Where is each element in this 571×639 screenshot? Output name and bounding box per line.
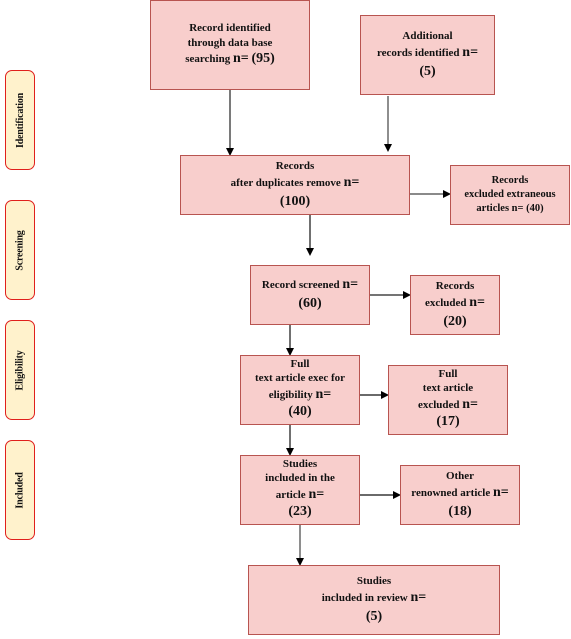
n-label: n= [462, 396, 479, 412]
box-text: excluded [424, 296, 467, 309]
phase-eligibility: Eligibility [5, 320, 35, 420]
box-included-in-review: Studies included in review n= (5) [248, 565, 500, 635]
n-label: n= [469, 294, 486, 310]
n-label: n= [410, 589, 427, 605]
box-text: Full [290, 358, 310, 371]
box-text: Studies [282, 458, 318, 471]
box-full-text-eligibility: Full text article exec for eligibility n… [240, 355, 360, 425]
phase-label: Eligibility [14, 349, 26, 391]
phase-label: Included [14, 471, 26, 509]
phase-label: Identification [14, 92, 26, 148]
n-label: n= [492, 484, 509, 500]
box-text: included in review [321, 591, 408, 604]
box-text: included in the [265, 472, 335, 485]
box-database-search: Record identified through data base sear… [150, 0, 310, 90]
box-other-renowned: Other renowned article n= (18) [400, 465, 520, 525]
count-value: (5) [419, 63, 436, 79]
count-value: (20) [443, 313, 467, 329]
count-value: (17) [436, 414, 460, 430]
box-text: Full [438, 368, 458, 381]
box-text: searching [185, 53, 231, 66]
box-text: Records [491, 174, 529, 186]
box-text: Additional [402, 30, 453, 43]
box-text: text article [422, 382, 474, 395]
box-text: Record identified [189, 21, 271, 34]
phase-included: Included [5, 440, 35, 540]
box-text: excluded [417, 398, 460, 411]
box-text: Studies [356, 575, 392, 588]
box-text: Record screened [261, 279, 340, 292]
box-text: Other [445, 470, 475, 483]
n-label: n= [462, 44, 479, 60]
box-text: records identified [376, 46, 460, 59]
count-value: (100) [279, 193, 311, 209]
n-label: n= [232, 51, 249, 67]
n-label: n= [315, 386, 332, 402]
box-text: articles n= (40) [476, 203, 544, 215]
count-value: (60) [298, 296, 322, 312]
box-text: renowned article [411, 486, 491, 499]
n-label: n= [342, 277, 359, 293]
count-value: (23) [288, 504, 312, 520]
count-value: (95) [251, 51, 275, 67]
box-text: text article exec for [254, 372, 346, 385]
box-text: Records [435, 280, 475, 293]
count-value: (5) [365, 608, 383, 624]
box-text: excluded extraneous [464, 188, 556, 200]
phase-screening: Screening [5, 200, 35, 300]
n-label: n= [343, 174, 360, 190]
count-value: (40) [288, 404, 312, 420]
box-full-text-excluded: Full text article excluded n= (17) [388, 365, 508, 435]
n-label: n= [308, 486, 325, 502]
box-text: eligibility [268, 388, 313, 401]
box-studies-in-article: Studies included in the article n= (23) [240, 455, 360, 525]
box-after-duplicates: Records after duplicates remove n= (100) [180, 155, 410, 215]
box-excluded-extraneous: Records excluded extraneous articles n= … [450, 165, 570, 225]
box-text: Records [275, 160, 315, 173]
box-text: through data base [187, 36, 273, 49]
phase-label: Screening [14, 229, 26, 271]
phase-identification: Identification [5, 70, 35, 170]
box-text: article [275, 488, 306, 501]
box-additional-records: Additional records identified n= (5) [360, 15, 495, 95]
count-value: (18) [448, 503, 472, 519]
box-text: after duplicates remove [230, 176, 341, 189]
box-screened: Record screened n= (60) [250, 265, 370, 325]
box-records-excluded: Records excluded n= (20) [410, 275, 500, 335]
